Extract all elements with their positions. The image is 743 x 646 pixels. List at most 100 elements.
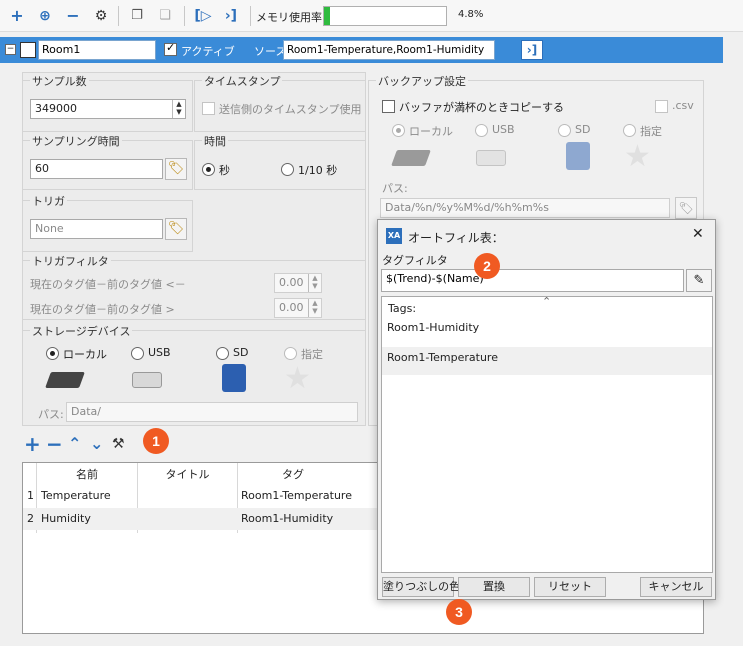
backup-path-label: パス: xyxy=(382,182,408,195)
source-label: ソース xyxy=(254,45,287,58)
trigger-label: トリガ xyxy=(30,193,67,209)
remove-column-icon[interactable]: − xyxy=(46,434,63,454)
backup-usb-drive-icon xyxy=(476,150,506,166)
tag-item-label: Room1-Temperature xyxy=(387,351,498,364)
tags-list: ⌃ Tags: Room1-Humidity Room1-Temperature xyxy=(381,295,713,573)
storage-path-label: パス: xyxy=(38,408,64,421)
collapse-icon[interactable]: − xyxy=(5,44,16,55)
storage-sd-label: SD xyxy=(233,346,249,359)
row-name[interactable]: Humidity xyxy=(41,512,91,525)
backup-local-radio[interactable] xyxy=(392,124,405,137)
column-header-name[interactable]: 名前 xyxy=(37,466,137,482)
filter-row2-label: 現在のタグ値－前のタグ値 > xyxy=(30,303,175,316)
reset-button[interactable]: リセット xyxy=(534,577,606,597)
backup-usb-radio[interactable] xyxy=(475,124,488,137)
trigger-input[interactable]: None xyxy=(30,219,163,239)
backup-title: バックアップ設定 xyxy=(376,73,468,89)
row-tag[interactable]: Room1-Humidity xyxy=(241,512,333,525)
replace-button[interactable]: 置換 xyxy=(458,577,530,597)
row-name[interactable]: Temperature xyxy=(41,489,111,502)
csv-label: .csv xyxy=(672,99,694,112)
toolbar-separator xyxy=(118,6,119,26)
tag-filter-input[interactable]: $(Trend)-$(Name) xyxy=(381,269,684,292)
move-down-icon[interactable]: ⌄ xyxy=(90,434,106,454)
backup-sd-label: SD xyxy=(575,123,591,136)
row-tag[interactable]: Room1-Temperature xyxy=(241,489,352,502)
trigger-filter-label: トリガフィルタ xyxy=(30,253,111,269)
add-column-icon[interactable]: + xyxy=(24,434,41,454)
time-sec-radio[interactable] xyxy=(202,163,215,176)
autofill-dialog: XA オートフィル表： ✕ タグフィルタ $(Trend)-$(Name) ✎ … xyxy=(377,219,716,600)
copy-icon[interactable]: ❐ xyxy=(128,7,146,25)
storage-custom-radio[interactable] xyxy=(284,347,297,360)
time-sec-label: 秒 xyxy=(219,164,230,177)
storage-custom-label: 指定 xyxy=(301,348,323,361)
import-icon[interactable]: [▷ xyxy=(194,7,212,25)
sample-count-label: サンプル数 xyxy=(30,73,89,89)
close-icon[interactable]: ✕ xyxy=(692,226,704,242)
time-tenth-radio[interactable] xyxy=(281,163,294,176)
paste-icon[interactable]: ❏ xyxy=(156,7,174,25)
backup-sd-radio[interactable] xyxy=(558,124,571,137)
dialog-app-icon: XA xyxy=(386,228,402,244)
add-group-icon[interactable]: ⊕ xyxy=(36,7,54,25)
table-row[interactable]: 1 Temperature Room1-Temperature xyxy=(23,485,378,507)
remove-icon[interactable]: − xyxy=(64,7,82,25)
fill-color-button[interactable]: 塗りつぶしの色 xyxy=(382,577,460,597)
list-item[interactable]: Room1-Temperature xyxy=(382,347,712,375)
column-header-tag[interactable]: タグ xyxy=(238,466,348,482)
time-tenth-label: 1/10 秒 xyxy=(298,164,338,177)
filter-row2-spinner[interactable]: ▲ ▼ xyxy=(308,299,321,317)
timestamp-sender-label: 送信側のタイムスタンプ使用 xyxy=(219,103,362,116)
backup-local-drive-icon xyxy=(391,150,431,166)
list-item[interactable]: Room1-Humidity xyxy=(382,319,712,347)
gear-icon[interactable]: ⚙ xyxy=(92,7,110,25)
add-icon[interactable]: + xyxy=(8,7,26,25)
storage-path-input[interactable]: Data/ xyxy=(66,402,358,422)
trigger-tag-picker-icon[interactable]: 🏷 xyxy=(165,218,187,240)
local-drive-icon xyxy=(45,372,85,388)
storage-sd-radio[interactable] xyxy=(216,347,229,360)
storage-usb-radio[interactable] xyxy=(131,347,144,360)
backup-custom-radio[interactable] xyxy=(623,124,636,137)
copy-when-full-label: バッファが満杯のときコピーする xyxy=(399,101,564,114)
memory-label: メモリ使用率 xyxy=(256,11,322,24)
filter-row1-spinner[interactable]: ▲ ▼ xyxy=(308,274,321,292)
callout-badge-1: 1 xyxy=(143,428,169,454)
toolbar: + ⊕ − ⚙ ❐ ❏ [▷ ›] メモリ使用率 4.8% xyxy=(0,0,743,32)
backup-path-input[interactable]: Data/%n/%y%M%d/%h%m%s xyxy=(380,198,670,218)
filter-row1-label: 現在のタグ値－前のタグ値 <－ xyxy=(30,278,186,291)
backup-custom-label: 指定 xyxy=(640,125,662,138)
autofill-icon[interactable]: ⚒ xyxy=(112,434,128,454)
callout-badge-2: 2 xyxy=(474,253,500,279)
custom-star-icon: ★ xyxy=(284,361,311,396)
active-checkbox[interactable]: ✓ xyxy=(164,41,177,56)
tag-filter-label: タグフィルタ xyxy=(382,254,448,267)
backup-local-label: ローカル xyxy=(409,125,453,138)
timestamp-sender-checkbox[interactable] xyxy=(202,102,215,115)
table-row[interactable]: 2 Humidity Room1-Humidity xyxy=(23,508,378,530)
source-select-icon[interactable]: ›] xyxy=(521,40,543,60)
tag-picker-icon[interactable]: 🏷 xyxy=(165,158,187,180)
tags-header: Tags: xyxy=(388,302,417,315)
backup-sd-card-icon xyxy=(566,142,590,170)
trend-name-input[interactable]: Room1 xyxy=(38,40,156,60)
storage-label: ストレージデバイス xyxy=(30,323,133,339)
move-up-icon[interactable]: ⌃ xyxy=(68,434,84,454)
chevron-up-icon[interactable]: ⌃ xyxy=(542,295,551,308)
storage-local-radio[interactable] xyxy=(46,347,59,360)
csv-checkbox[interactable] xyxy=(655,100,668,113)
backup-custom-star-icon: ★ xyxy=(624,139,651,174)
copy-when-full-checkbox[interactable] xyxy=(382,100,395,113)
backup-path-picker-icon[interactable]: 🏷 xyxy=(675,197,697,219)
sample-count-input[interactable]: 349000 xyxy=(30,99,186,119)
sample-count-spinner[interactable]: ▲ ▼ xyxy=(172,100,185,118)
cancel-button[interactable]: キャンセル xyxy=(640,577,712,597)
column-header-title[interactable]: タイトル xyxy=(138,466,237,482)
source-input[interactable]: Room1-Temperature,Room1-Humidity xyxy=(283,40,495,60)
export-icon[interactable]: ›] xyxy=(222,7,240,25)
sd-card-icon xyxy=(222,364,246,392)
magic-wand-icon[interactable]: ✎ xyxy=(686,269,712,292)
tag-item-label: Room1-Humidity xyxy=(387,321,480,334)
sampling-time-input[interactable]: 60 xyxy=(30,159,163,179)
